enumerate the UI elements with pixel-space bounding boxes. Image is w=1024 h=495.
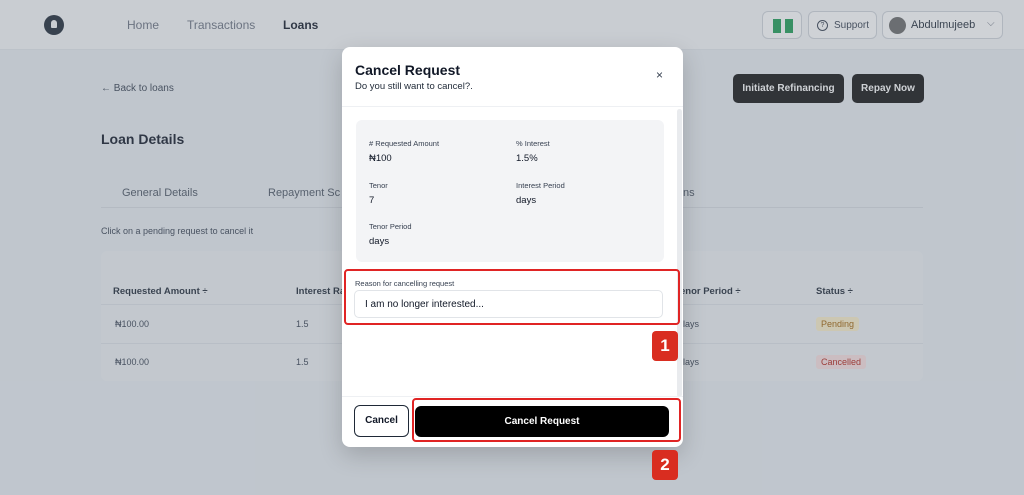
highlight-box-reason	[344, 269, 680, 325]
tenor-label: Tenor	[369, 181, 388, 190]
tenor-period-value: days	[369, 236, 390, 247]
cancel-button[interactable]: Cancel	[354, 405, 409, 437]
step-badge-1: 1	[652, 331, 678, 361]
interest-period-value: days	[516, 195, 537, 206]
interest-value: 1.5%	[516, 153, 538, 164]
modal-footer-divider	[342, 396, 683, 397]
highlight-box-confirm	[412, 398, 681, 442]
step-badge-2: 2	[652, 450, 678, 480]
interest-period-label: Interest Period	[516, 181, 565, 190]
requested-amount-label: # Requested Amount	[369, 139, 440, 148]
interest-label: % Interest	[516, 139, 550, 148]
modal-title: Cancel Request	[355, 62, 461, 78]
modal-header-divider	[342, 106, 683, 107]
tenor-period-label: Tenor Period	[369, 222, 412, 231]
request-summary-card: # Requested Amount ₦100 % Interest 1.5% …	[356, 120, 664, 262]
close-icon[interactable]: ×	[656, 69, 663, 81]
requested-amount-value: ₦100	[369, 153, 392, 164]
modal-subtitle: Do you still want to cancel?.	[355, 81, 473, 92]
cancel-request-modal: Cancel Request Do you still want to canc…	[342, 47, 683, 447]
tenor-value: 7	[369, 195, 375, 206]
